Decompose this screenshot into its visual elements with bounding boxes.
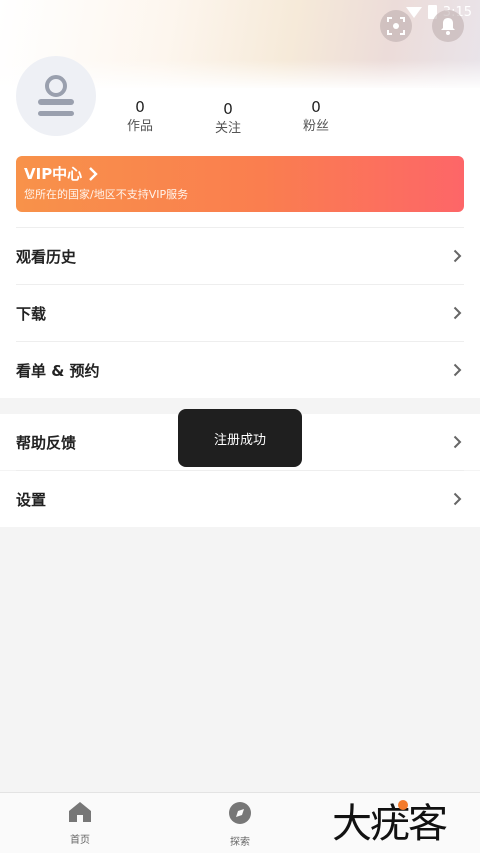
vip-center-card[interactable]: VIP中心 您所在的国家/地区不支持VIP服务 (16, 156, 464, 212)
stat-following[interactable]: 0 关注 (198, 100, 258, 138)
vip-subtitle: 您所在的国家/地区不支持VIP服务 (24, 188, 189, 201)
chevron-right-icon (453, 492, 462, 506)
nav-item-home[interactable]: 首页 (50, 801, 110, 846)
notification-button[interactable] (432, 10, 464, 42)
menu-item-settings[interactable]: 设置 (0, 471, 480, 527)
menu-item-label: 下载 (16, 304, 47, 323)
menu-item-watchlist[interactable]: 看单 & 预约 (0, 342, 480, 398)
menu-item-label: 看单 & 预约 (16, 361, 100, 380)
scan-button[interactable] (380, 10, 412, 42)
chevron-right-icon (453, 435, 462, 449)
scan-icon (387, 17, 405, 35)
chevron-right-icon (89, 167, 98, 181)
menu-item-label: 帮助反馈 (16, 433, 77, 452)
compass-icon (229, 802, 251, 824)
chevron-right-icon (453, 306, 462, 320)
stat-value: 0 (135, 98, 145, 116)
nav-label: 探索 (230, 837, 250, 848)
home-icon (69, 802, 91, 822)
watermark-dot (398, 800, 408, 810)
stat-label: 作品 (126, 119, 153, 134)
stat-works[interactable]: 0 作品 (110, 98, 170, 136)
vip-title-row: VIP中心 (24, 164, 456, 184)
vip-title: VIP中心 (24, 165, 83, 183)
toast-message: 注册成功 (178, 409, 302, 467)
stat-followers[interactable]: 0 粉丝 (286, 98, 346, 136)
profile-stats: 0 作品 0 关注 0 粉丝 (0, 98, 480, 138)
menu-item-label: 设置 (16, 490, 47, 509)
chevron-right-icon (453, 363, 462, 377)
chevron-right-icon (453, 249, 462, 263)
menu-item-label: 观看历史 (16, 247, 77, 266)
bell-icon (441, 18, 455, 35)
stat-label: 关注 (214, 121, 241, 136)
menu-item-download[interactable]: 下载 (0, 285, 480, 341)
stat-value: 0 (311, 98, 321, 116)
nav-label: 首页 (70, 835, 90, 846)
menu-item-history[interactable]: 观看历史 (0, 228, 480, 284)
nav-item-explore[interactable]: 探索 (210, 801, 270, 848)
header-actions (380, 10, 464, 42)
stat-label: 粉丝 (302, 119, 329, 134)
stat-value: 0 (223, 100, 233, 118)
